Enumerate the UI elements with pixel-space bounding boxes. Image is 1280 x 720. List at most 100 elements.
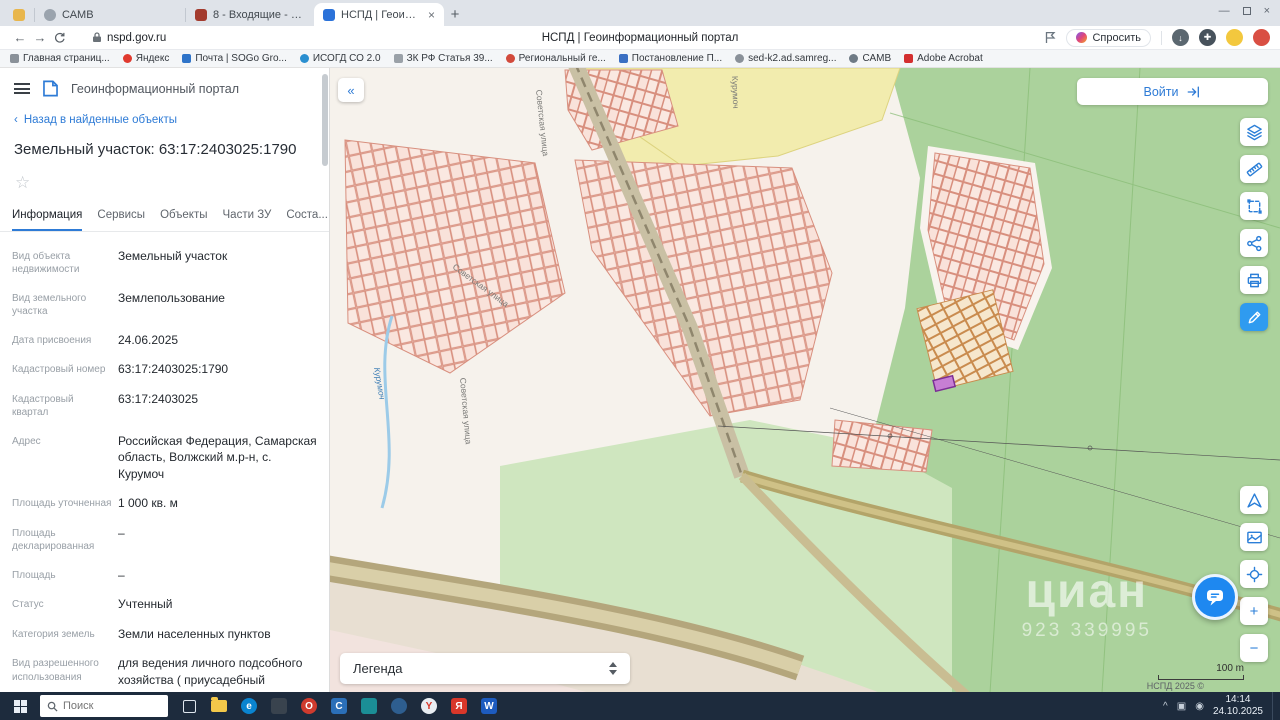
minimize-icon[interactable]: — xyxy=(1219,5,1230,17)
tab-parts[interactable]: Части ЗУ xyxy=(223,209,272,231)
back-icon[interactable]: ← xyxy=(10,30,30,45)
legend-toggle[interactable]: Легенда xyxy=(340,653,630,684)
alice-icon xyxy=(1076,32,1088,43)
field-label: Площадь декларированная xyxy=(12,527,95,553)
tab-information[interactable]: Информация xyxy=(12,209,83,231)
taskbar-search[interactable] xyxy=(40,695,168,717)
gis-globe-icon[interactable] xyxy=(384,692,414,720)
protect-icon[interactable] xyxy=(1226,29,1243,46)
field-value: Земельный участок xyxy=(118,248,228,263)
taskbar-clock[interactable]: 14:14 24.10.2025 xyxy=(1213,694,1263,719)
tray-network-icon[interactable]: ▣ xyxy=(1177,701,1186,712)
scale-rule xyxy=(1158,675,1244,680)
tab-label: САМВ xyxy=(62,8,94,21)
tray-volume-icon[interactable]: ◉ xyxy=(1195,701,1204,712)
map-toolbar-bottom: + − xyxy=(1240,486,1268,662)
bookmark-label: Яндекс xyxy=(135,53,170,64)
share-button[interactable] xyxy=(1240,229,1268,257)
bookmark-item[interactable]: ИСОГД СО 2.0 xyxy=(299,53,381,64)
extensions-icon[interactable]: ✚ xyxy=(1199,29,1216,46)
field-row: Кадастровый номер 63:17:2403025:1790 xyxy=(0,355,329,385)
bookmark-item[interactable]: Главная страниц... xyxy=(10,53,110,64)
taskbar: e O С Y Я W ^ ▣ ◉ 14:14 24.10.2025 xyxy=(0,692,1280,720)
forward-icon[interactable]: → xyxy=(30,30,50,45)
bookmark-item[interactable]: Почта | SOGo Gro... xyxy=(182,53,287,64)
zoom-in-button[interactable]: + xyxy=(1240,597,1268,625)
screen: САМВ 8 - Входящие - Яндекс П... НСПД | Г… xyxy=(0,0,1280,720)
maximize-icon[interactable] xyxy=(1242,7,1251,15)
scale-label: 100 m xyxy=(1216,663,1244,674)
bookmark-item[interactable]: САМВ xyxy=(849,53,891,64)
lock-icon xyxy=(93,32,101,42)
yandex-icon[interactable]: Я xyxy=(444,692,474,720)
follow-position-button[interactable] xyxy=(1240,560,1268,588)
favorite-star-icon[interactable]: ☆ xyxy=(0,158,329,193)
field-row: Вид земельного участка Землепользование xyxy=(0,283,329,325)
app-icon-2[interactable]: O xyxy=(294,692,324,720)
zoom-out-button[interactable]: − xyxy=(1240,634,1268,662)
app-icon-4[interactable] xyxy=(354,692,384,720)
tab-nspd-active[interactable]: НСПД | Геоинформац... × xyxy=(314,3,444,26)
new-tab-button[interactable]: + xyxy=(444,3,466,25)
search-input[interactable] xyxy=(63,700,143,712)
pinned-tab[interactable] xyxy=(4,3,34,26)
bookmark-label: Почта | SOGo Gro... xyxy=(195,53,287,64)
bookmark-item[interactable]: Региональный ге... xyxy=(505,53,606,64)
app-icon-3[interactable]: С xyxy=(324,692,354,720)
print-button[interactable] xyxy=(1240,266,1268,294)
bookmark-item[interactable]: sed-k2.ad.samreg... xyxy=(735,53,836,64)
close-icon[interactable]: × xyxy=(1264,5,1270,17)
ask-alice-button[interactable]: Спросить xyxy=(1066,28,1151,47)
bookmark-item[interactable]: Постановление П... xyxy=(618,53,723,64)
draw-button[interactable] xyxy=(1240,303,1268,331)
file-explorer-icon[interactable] xyxy=(204,692,234,720)
nspd-favicon-icon xyxy=(323,8,335,21)
object-title: Земельный участок: 63:17:2403025:1790 xyxy=(14,141,297,158)
collapse-panel-button[interactable]: « xyxy=(338,78,364,102)
scrollbar-thumb[interactable] xyxy=(322,74,328,166)
tab-objects[interactable]: Объекты xyxy=(160,209,207,231)
tab-close-icon[interactable]: × xyxy=(424,8,435,22)
tab-samv[interactable]: САМВ xyxy=(35,3,185,26)
field-row: Вид разрешенного использования для ведени… xyxy=(0,649,329,692)
bookmark-item[interactable]: ЗК РФ Статья 39... xyxy=(393,53,493,64)
legend-chevrons-icon xyxy=(609,662,617,675)
profile-avatar[interactable] xyxy=(1253,29,1270,46)
measure-button[interactable] xyxy=(1240,155,1268,183)
bookmark-item[interactable]: Adobe Acrobat xyxy=(904,53,983,64)
show-desktop-button[interactable] xyxy=(1272,692,1276,720)
task-view-icon[interactable] xyxy=(174,692,204,720)
regional-icon xyxy=(505,54,515,63)
edge-icon[interactable]: e xyxy=(234,692,264,720)
bookmark-item[interactable]: Яндекс xyxy=(122,53,170,64)
layers-button[interactable] xyxy=(1240,118,1268,146)
yandex-browser-icon[interactable]: Y xyxy=(414,692,444,720)
reload-icon[interactable] xyxy=(50,30,70,45)
chat-button[interactable] xyxy=(1192,574,1238,620)
content: Геоинформационный портал ‹ Назад в найде… xyxy=(0,68,1280,692)
scale-bar: 100 m xyxy=(1158,663,1244,680)
minimap-button[interactable] xyxy=(1240,523,1268,551)
globe-favicon-icon xyxy=(44,8,56,21)
app-icon-1[interactable] xyxy=(264,692,294,720)
map-canvas[interactable]: Советская улица Советская улица Советска… xyxy=(330,68,1280,692)
tab-mail[interactable]: 8 - Входящие - Яндекс П... xyxy=(186,3,314,26)
tray-expand-icon[interactable]: ^ xyxy=(1163,701,1168,712)
select-area-button[interactable] xyxy=(1240,192,1268,220)
url-chip[interactable]: nspd.gov.ru xyxy=(92,32,166,44)
login-button[interactable]: Войти xyxy=(1077,78,1268,105)
address-bar: ← → nspd.gov.ru НСПД | Геоинформационный… xyxy=(0,26,1280,50)
start-button[interactable] xyxy=(0,692,40,720)
panel-scrollbar[interactable] xyxy=(322,74,328,684)
back-label: Назад в найденные объекты xyxy=(23,114,178,126)
menu-burger-icon[interactable] xyxy=(14,83,30,94)
word-icon[interactable]: W xyxy=(474,692,504,720)
bookmark-label: Постановление П... xyxy=(631,53,723,64)
field-label: Кадастровый квартал xyxy=(12,393,74,419)
field-label: Площадь уточненная xyxy=(12,498,112,510)
tab-services[interactable]: Сервисы xyxy=(97,209,145,231)
download-icon[interactable]: ↓ xyxy=(1172,29,1189,46)
bookmark-flag-icon[interactable] xyxy=(1045,31,1056,44)
back-to-results-link[interactable]: ‹ Назад в найденные объекты xyxy=(0,103,329,128)
my-location-button[interactable] xyxy=(1240,486,1268,514)
